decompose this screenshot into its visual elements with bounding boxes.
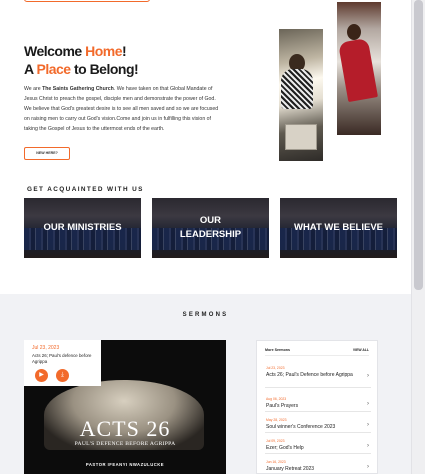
card-what-we-believe[interactable]: WHAT WE BELIEVE — [280, 198, 397, 258]
chevron-right-icon: › — [367, 443, 369, 449]
sermon-list-item[interactable]: May 28, 2023 Soul winner's Conference 20… — [265, 418, 371, 433]
chevron-right-icon: › — [367, 373, 369, 379]
play-icon[interactable]: ▶ — [35, 369, 48, 382]
sermons-section: SERMONS ACTS 26 PAUL'S DEFENCE BEFORE AG… — [0, 294, 411, 474]
hero-title: Welcome Home! A Place to Belong! — [24, 43, 139, 77]
artwork-title: ACTS 26 — [79, 416, 171, 441]
chevron-right-icon: › — [367, 401, 369, 407]
hero-intro-text: We are The Saints Gathering Church. We h… — [24, 86, 219, 132]
sermon-list-item[interactable]: Aug 06, 2023 Paul's Prayers › — [265, 397, 371, 412]
scrollbar-thumb[interactable] — [414, 0, 423, 290]
featured-sermon-title: Acts 26; Paul's defence before Agrippa — [32, 353, 92, 364]
sermon-list-item[interactable]: Jul 23, 2023 Acts 26; Paul's Defence bef… — [265, 366, 371, 388]
page: Welcome Home! A Place to Belong! We are … — [0, 0, 411, 474]
card-our-leadership[interactable]: OUR LEADERSHIP — [152, 198, 269, 258]
hero-photo-writing — [337, 2, 381, 135]
artwork-pastor: PASTOR IFEANYI NWAZULUCKE — [85, 462, 165, 467]
sermon-list-item[interactable]: Jul 09, 2023 Ezer; God's Help › — [265, 439, 371, 454]
vertical-scrollbar[interactable] — [411, 0, 425, 474]
featured-sermon-card: Jul 23, 2023 Acts 26; Paul's defence bef… — [24, 340, 101, 386]
card-our-ministries[interactable]: OUR MINISTRIES — [24, 198, 141, 258]
featured-sermon-date: Jul 23, 2023 — [32, 345, 60, 351]
card-label: OUR LEADERSHIP — [179, 215, 242, 240]
sermon-list-item[interactable]: Jun 16, 2023 January Retreat 2023 › — [265, 460, 371, 474]
acquainted-heading: GET ACQUAINTED WITH US — [27, 186, 144, 193]
download-icon[interactable]: ⤓ — [56, 369, 69, 382]
view-all-link[interactable]: VIEW ALL — [353, 348, 369, 352]
card-label: WHAT WE BELIEVE — [293, 222, 384, 233]
more-sermons-header: More Sermons — [265, 348, 290, 352]
chevron-right-icon: › — [367, 464, 369, 470]
hero-photo-reading — [279, 29, 323, 161]
new-here-button[interactable]: NEW HERE? — [24, 147, 70, 160]
artwork-subtitle: PAUL'S DEFENCE BEFORE AGRIPPA — [74, 441, 176, 447]
more-sermons-panel: More Sermons VIEW ALL Jul 23, 2023 Acts … — [256, 340, 378, 474]
top-button-partial[interactable] — [24, 0, 150, 2]
chevron-right-icon: › — [367, 422, 369, 428]
card-label: OUR MINISTRIES — [43, 222, 122, 233]
sermons-heading: SERMONS — [182, 312, 229, 318]
